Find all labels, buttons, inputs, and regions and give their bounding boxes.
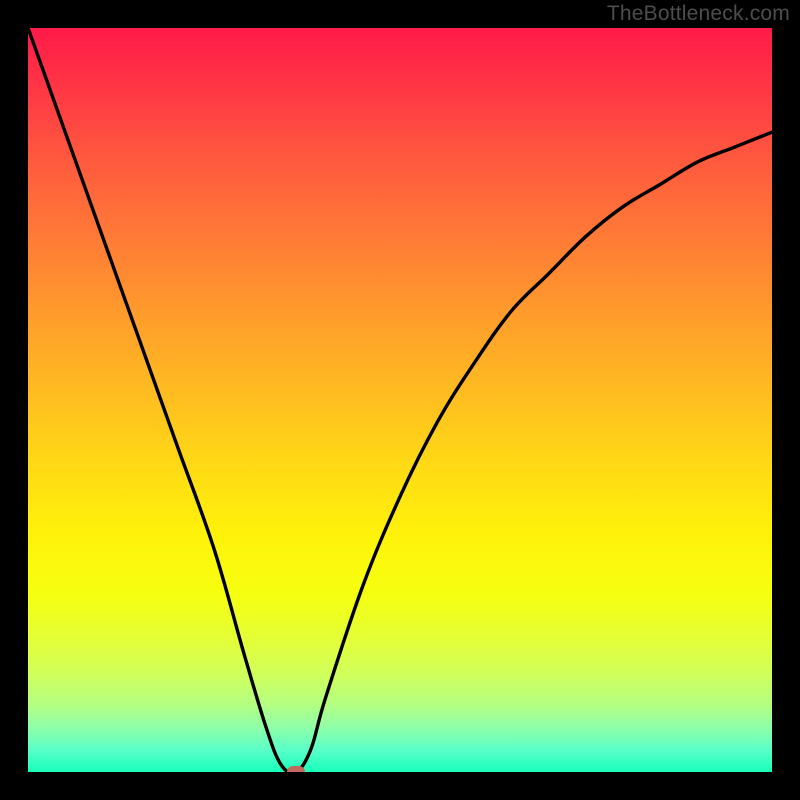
minimum-marker xyxy=(287,766,305,772)
watermark-text: TheBottleneck.com xyxy=(607,2,790,26)
plot-area xyxy=(28,28,772,772)
bottleneck-curve xyxy=(28,28,772,772)
chart-frame: TheBottleneck.com xyxy=(0,0,800,800)
